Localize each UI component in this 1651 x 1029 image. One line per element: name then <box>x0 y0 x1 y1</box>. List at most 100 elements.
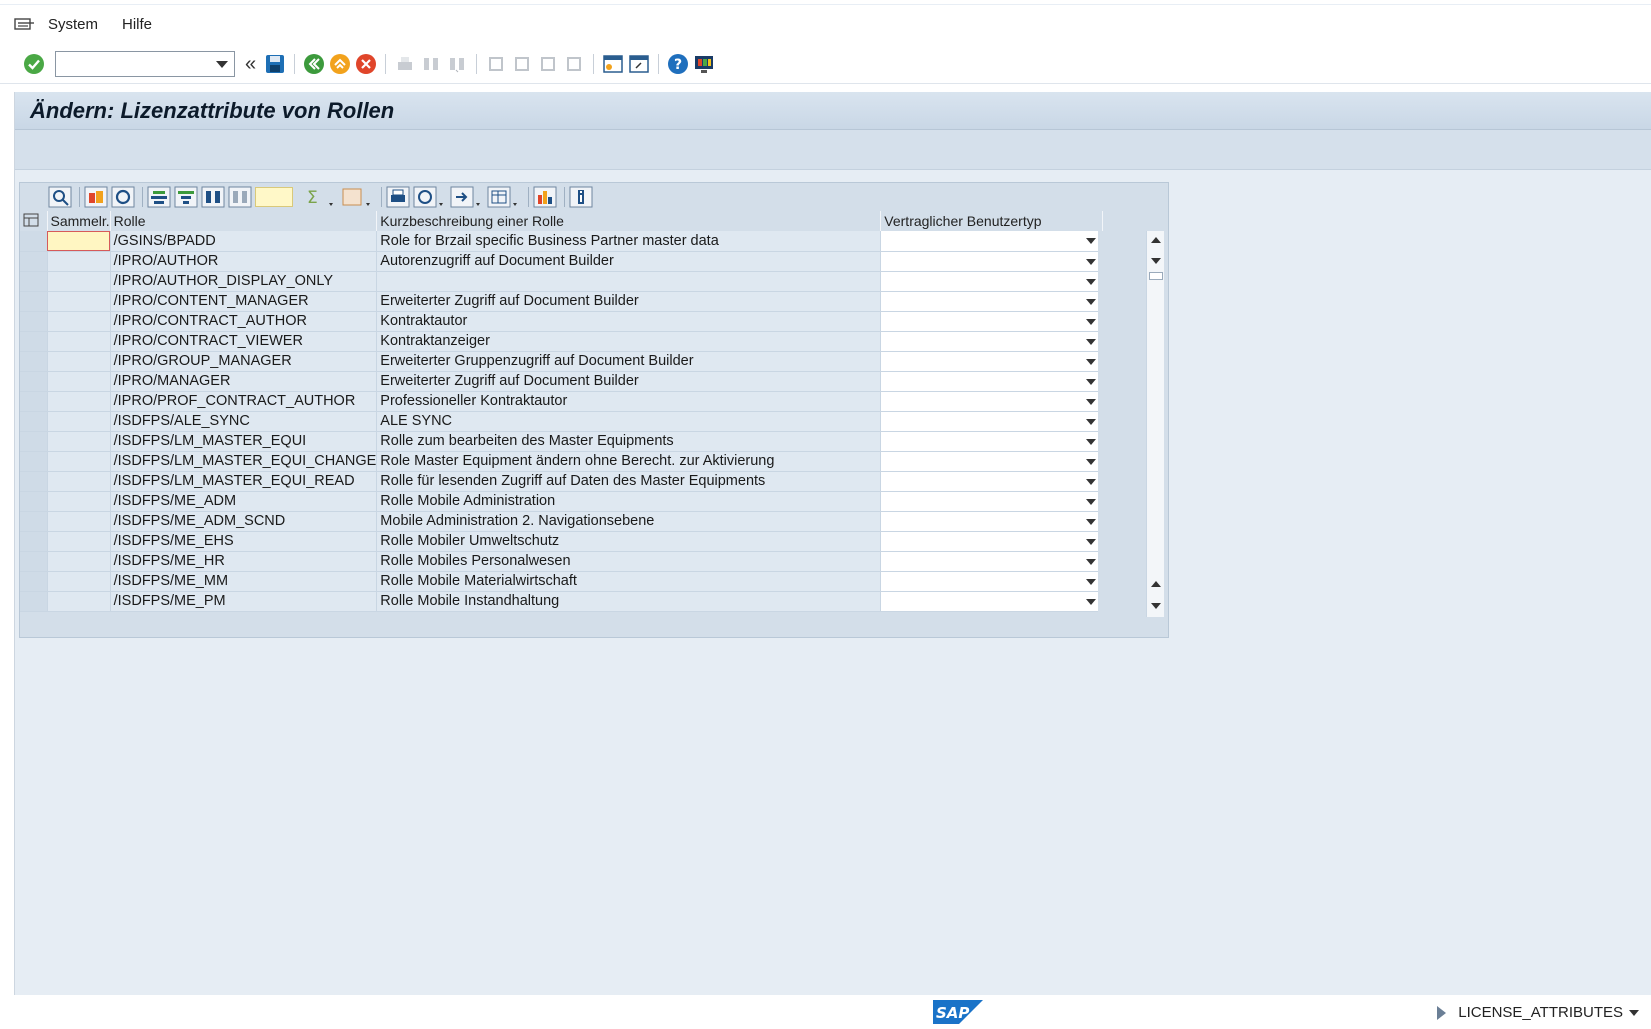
benutzertyp-dropdown[interactable] <box>880 291 1104 312</box>
menu-system[interactable]: System <box>48 16 98 33</box>
cell-kurzbeschreibung[interactable]: Kontraktautor <box>376 311 882 332</box>
table-row[interactable]: /ISDFPS/ME_ADM_SCND Mobile Administration… <box>20 511 1104 532</box>
scroll-up-icon[interactable] <box>1151 237 1161 243</box>
chevron-down-icon[interactable] <box>1086 578 1097 585</box>
cell-kurzbeschreibung[interactable]: Professioneller Kontraktautor <box>376 391 882 412</box>
benutzertyp-dropdown[interactable] <box>880 511 1104 532</box>
benutzertyp-dropdown[interactable] <box>880 391 1104 412</box>
chevron-down-icon[interactable] <box>1086 558 1097 565</box>
cell-sammelr[interactable] <box>47 511 111 532</box>
cell-sammelr[interactable] <box>47 471 111 492</box>
collapse-command-icon[interactable]: « <box>245 54 256 74</box>
cell-sammelr[interactable] <box>47 591 111 612</box>
chevron-down-icon[interactable] <box>1086 338 1097 345</box>
cell-rolle[interactable]: /IPRO/MANAGER <box>110 371 378 392</box>
row-selector[interactable] <box>20 511 48 532</box>
table-row[interactable]: /ISDFPS/ALE_SYNC ALE SYNC <box>20 411 1104 432</box>
sort-descending-icon[interactable] <box>174 186 198 208</box>
cell-rolle[interactable]: /ISDFPS/ME_ADM <box>110 491 378 512</box>
cell-kurzbeschreibung[interactable] <box>376 271 882 292</box>
chevron-down-icon[interactable] <box>1086 378 1097 385</box>
cell-kurzbeschreibung[interactable]: Autorenzugriff auf Document Builder <box>376 251 882 272</box>
chevron-down-icon[interactable] <box>1086 358 1097 365</box>
cell-rolle[interactable]: /ISDFPS/ME_HR <box>110 551 378 572</box>
table-row[interactable]: /ISDFPS/ME_ADM Rolle Mobile Administratio… <box>20 491 1104 512</box>
command-field[interactable] <box>55 50 235 77</box>
chevron-down-icon[interactable] <box>1629 1009 1639 1016</box>
cell-sammelr[interactable] <box>47 271 111 292</box>
cell-rolle[interactable]: /ISDFPS/LM_MASTER_EQUI_CHANGE <box>110 451 378 472</box>
cell-sammelr[interactable] <box>47 311 111 332</box>
cell-kurzbeschreibung[interactable]: Kontraktanzeiger <box>376 331 882 352</box>
cell-kurzbeschreibung[interactable]: Erweiterter Zugriff auf Document Builder <box>376 371 882 392</box>
system-info[interactable]: LICENSE_ATTRIBUTES <box>1437 1004 1639 1021</box>
find-icon[interactable] <box>201 186 225 208</box>
find-icon[interactable] <box>419 52 443 76</box>
cell-rolle[interactable]: /IPRO/CONTRACT_VIEWER <box>110 331 378 352</box>
cell-kurzbeschreibung[interactable]: Rolle Mobile Administration <box>376 491 882 512</box>
scroll-page-up-icon[interactable] <box>1151 581 1161 587</box>
row-selector[interactable] <box>20 551 48 572</box>
table-row[interactable]: /ISDFPS/ME_PM Rolle Mobile Instandhaltung <box>20 591 1104 612</box>
row-selector[interactable] <box>20 231 48 252</box>
last-page-icon[interactable] <box>562 52 586 76</box>
vertical-scrollbar[interactable] <box>1146 231 1164 617</box>
cell-sammelr[interactable] <box>47 451 111 472</box>
command-input[interactable] <box>56 51 206 76</box>
cell-kurzbeschreibung[interactable]: Rolle zum bearbeiten des Master Equipmen… <box>376 431 882 452</box>
chevron-down-icon[interactable] <box>1086 298 1097 305</box>
graphic-icon[interactable] <box>533 186 557 208</box>
row-selector[interactable] <box>20 451 48 472</box>
chevron-down-icon[interactable] <box>1086 238 1097 244</box>
chevron-down-icon[interactable] <box>1086 458 1097 465</box>
cell-kurzbeschreibung[interactable]: Rolle Mobiles Personalwesen <box>376 551 882 572</box>
first-page-icon[interactable] <box>484 52 508 76</box>
column-header-benutzertyp[interactable]: Vertraglicher Benutzertyp <box>880 211 1104 231</box>
table-row[interactable]: /IPRO/AUTHOR Autorenzugriff auf Document … <box>20 251 1104 272</box>
benutzertyp-dropdown[interactable] <box>880 231 1104 252</box>
cell-rolle[interactable]: /ISDFPS/ME_EHS <box>110 531 378 552</box>
chevron-down-icon[interactable] <box>216 60 228 68</box>
cell-rolle[interactable]: /IPRO/CONTENT_MANAGER <box>110 291 378 312</box>
cell-rolle[interactable]: /ISDFPS/LM_MASTER_EQUI_READ <box>110 471 378 492</box>
chevron-down-icon[interactable] <box>1086 258 1097 265</box>
chevron-down-icon[interactable] <box>1086 438 1097 445</box>
cell-rolle[interactable]: /IPRO/CONTRACT_AUTHOR <box>110 311 378 332</box>
row-selector[interactable] <box>20 591 48 612</box>
cell-sammelr[interactable] <box>47 351 111 372</box>
cell-sammelr[interactable] <box>47 251 111 272</box>
refresh-icon[interactable] <box>111 186 135 208</box>
chevron-down-icon[interactable] <box>1086 598 1097 605</box>
column-header-rolle[interactable]: Rolle <box>110 211 378 231</box>
sum-icon[interactable]: Σ <box>303 186 337 208</box>
benutzertyp-dropdown[interactable] <box>880 431 1104 452</box>
cell-sammelr[interactable] <box>47 231 111 252</box>
table-row[interactable]: /ISDFPS/LM_MASTER_EQUI Rolle zum bearbeit… <box>20 431 1104 452</box>
cell-sammelr[interactable] <box>47 431 111 452</box>
cell-kurzbeschreibung[interactable]: Erweiterter Gruppenzugriff auf Document … <box>376 351 882 372</box>
scroll-page-down-icon[interactable] <box>1151 603 1161 609</box>
table-row[interactable]: /ISDFPS/ME_HR Rolle Mobiles Personalwesen <box>20 551 1104 572</box>
cell-sammelr[interactable] <box>47 411 111 432</box>
benutzertyp-dropdown[interactable] <box>880 251 1104 272</box>
save-icon[interactable] <box>263 52 287 76</box>
column-settings-icon[interactable] <box>20 211 48 231</box>
find-next-icon[interactable] <box>445 52 469 76</box>
views-icon[interactable] <box>413 186 447 208</box>
quick-filter-input[interactable] <box>255 187 293 207</box>
row-selector[interactable] <box>20 531 48 552</box>
row-selector[interactable] <box>20 411 48 432</box>
cell-kurzbeschreibung[interactable]: Rolle Mobile Materialwirtschaft <box>376 571 882 592</box>
scroll-thumb[interactable] <box>1149 272 1163 280</box>
exit-icon[interactable] <box>328 52 352 76</box>
cell-sammelr[interactable] <box>47 531 111 552</box>
previous-page-icon[interactable] <box>510 52 534 76</box>
benutzertyp-dropdown[interactable] <box>880 571 1104 592</box>
benutzertyp-dropdown[interactable] <box>880 311 1104 332</box>
benutzertyp-dropdown[interactable] <box>880 591 1104 612</box>
shortcut-icon[interactable] <box>627 52 651 76</box>
table-row[interactable]: /IPRO/PROF_CONTRACT_AUTHOR Professionelle… <box>20 391 1104 412</box>
table-row[interactable]: /GSINS/BPADD Role for Brzail specific Bus… <box>20 231 1104 252</box>
table-row[interactable]: /IPRO/MANAGER Erweiterter Zugriff auf Doc… <box>20 371 1104 392</box>
row-selector[interactable] <box>20 431 48 452</box>
